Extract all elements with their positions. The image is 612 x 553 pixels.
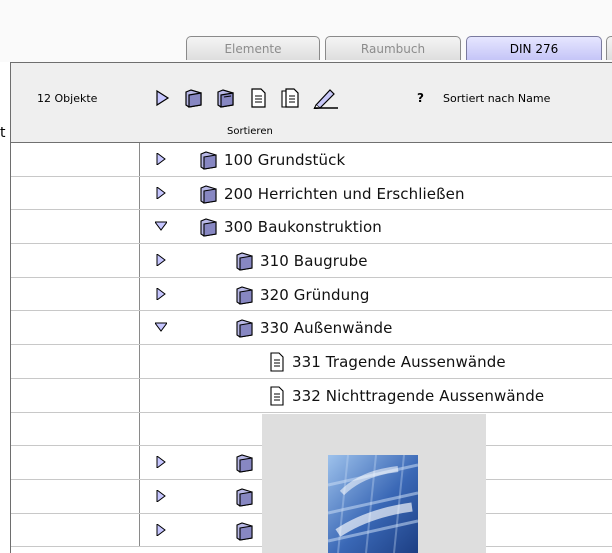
tree-row-left-cell [11,143,140,176]
documents-icon[interactable] [279,87,301,109]
tree-item-label: 200 Herrichten und Erschließen [224,184,465,203]
folder-icon [236,454,253,473]
expand-triangle-icon[interactable] [155,489,167,502]
tree-row-content: 331 Tragende Aussenwände [139,345,612,378]
document-icon[interactable] [247,87,269,109]
folder-icon [236,521,253,541]
sort-header-label: Sortieren [227,126,273,137]
tree-row[interactable]: 331 Tragende Aussenwände [11,345,612,379]
keyboard-photo-thumbnail [328,455,418,553]
tree-row[interactable]: 100 Grundstück [11,143,612,177]
collapse-triangle-icon[interactable] [155,321,167,333]
expand-arrow-icon[interactable] [151,87,173,109]
tree-row-left-cell [11,446,140,479]
tree-row-left-cell [11,244,140,277]
folder-icon [200,218,217,238]
sort-status-label: Sortiert nach Name [443,92,551,105]
tree-row-left-cell [11,210,140,244]
tree-row-left-cell [11,412,140,446]
tree-item-label: 331 Tragende Aussenwände [292,353,506,372]
folder-icon[interactable] [183,87,205,109]
tree-row[interactable]: 320 Gründung [11,277,612,312]
tree-row-content: 200 Herrichten und Erschließen [139,177,612,210]
tree-row[interactable]: 310 Baugrube [11,244,612,278]
tab-raumbuch[interactable]: Raumbuch [325,36,461,60]
object-count: 12 Objekte [37,92,98,105]
tab-next-partial[interactable] [606,36,612,60]
folder-icon [236,488,253,507]
tab-elemente[interactable]: Elemente [186,36,320,60]
expand-triangle-icon[interactable] [155,287,167,300]
tree-row-content: 330 Außenwände [139,311,612,344]
folder-icon [200,185,217,204]
tree-item-label: 320 Gründung [260,285,370,304]
tree-row-left-cell [11,479,140,513]
document-icon [270,386,284,406]
collapse-triangle-icon[interactable] [155,220,167,232]
clipped-left-text: t [0,125,6,141]
image-preview-popup [262,414,486,553]
tree-row-left-cell [11,345,140,378]
tree-row[interactable]: 332 Nichttragende Aussenwände [11,378,612,413]
tree-row[interactable]: 300 Baukonstruktion [11,210,612,245]
expand-triangle-icon[interactable] [155,523,167,536]
expand-triangle-icon[interactable] [155,254,167,267]
tree-item-label: 100 Grundstück [224,151,346,169]
folder-icon [200,151,217,170]
tree-row-left-cell [11,513,140,547]
tab-bar: Elemente Raumbuch DIN 276 [0,0,612,62]
tree-row[interactable]: 330 Außenwände [11,311,612,346]
tree-row-content: 310 Baugrube [139,244,612,277]
folder-icon [236,286,253,305]
tree-item-label: 332 Nichttragende Aussenwände [292,386,545,405]
folder-icon [236,252,253,271]
expand-triangle-icon[interactable] [155,186,167,199]
tree-item-label: 300 Baukonstruktion [224,218,382,237]
tree-row-content: 100 Grundstück [139,143,612,176]
tree-row-left-cell [11,176,140,210]
toolbar: 12 Objekte ? Sortiert nach Name [11,63,612,123]
tree-row-left-cell [11,378,140,412]
expand-triangle-icon[interactable] [155,456,167,469]
folder-icon [236,319,253,339]
expand-triangle-icon[interactable] [155,153,167,165]
tree-item-label: 310 Baugrube [260,252,368,271]
folder-open-icon[interactable] [215,87,237,109]
tree-row-left-cell [11,277,140,311]
pencil-icon[interactable] [311,87,339,109]
tree-row-left-cell [11,311,140,345]
help-button[interactable]: ? [417,91,424,105]
tree-row-content: 320 Gründung [139,278,612,311]
tree-row[interactable]: 200 Herrichten und Erschließen [11,176,612,211]
tree-row-content: 332 Nichttragende Aussenwände [139,379,612,412]
tree-row-content: 300 Baukonstruktion [139,210,612,243]
document-icon [270,352,284,372]
tree-item-label: 330 Außenwände [260,319,393,338]
sort-header[interactable]: Sortieren [11,123,612,143]
tab-din-276[interactable]: DIN 276 [466,36,602,60]
